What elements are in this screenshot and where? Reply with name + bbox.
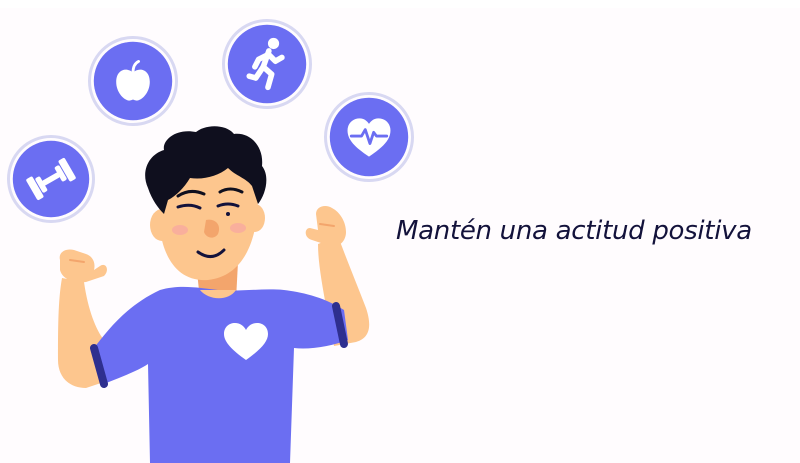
- shirt: [90, 286, 348, 463]
- head: [145, 126, 267, 281]
- scene: Mantén una actitud positiva: [0, 0, 800, 463]
- headline-text: Mantén una actitud positiva: [396, 216, 752, 246]
